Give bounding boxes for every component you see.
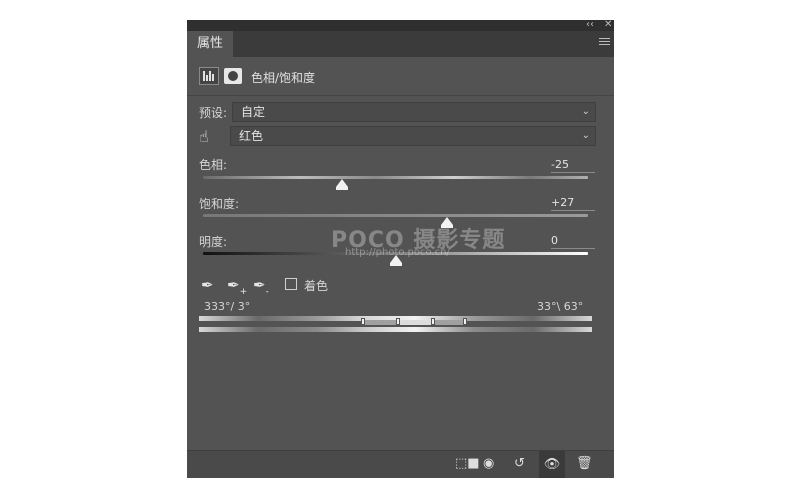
collapse-icon[interactable]: ‹‹	[586, 18, 594, 32]
channel-select[interactable]: 红色 ⌄	[230, 126, 596, 146]
saturation-label: 饱和度:	[199, 197, 240, 211]
eyedropper-add-icon[interactable]: ✒+	[227, 276, 247, 297]
hue-label: 色相:	[199, 158, 228, 172]
chevron-down-icon: ⌄	[581, 106, 590, 117]
visibility-eye-icon[interactable]: 👁	[539, 451, 565, 478]
lightness-label: 明度:	[199, 235, 228, 249]
range-left-label: 333°/ 3°	[204, 300, 251, 313]
view-previous-state-icon[interactable]: ◉	[483, 456, 494, 472]
panel-menu-icon[interactable]	[599, 38, 610, 47]
hue-slider-track[interactable]	[203, 176, 588, 179]
targeted-adjustment-hand-icon[interactable]: ☝	[199, 127, 209, 146]
range-outer-right-handle[interactable]	[463, 318, 467, 325]
panel-footer: ⬚■ ◉ ↺ 👁 🗑	[187, 450, 614, 478]
saturation-value-field[interactable]: +27	[551, 196, 595, 211]
layer-mask-icon[interactable]	[224, 68, 242, 84]
lightness-value-field[interactable]: 0	[551, 234, 595, 249]
tab-bar: 属性	[187, 31, 614, 57]
preset-select[interactable]: 自定 ⌄	[232, 102, 596, 122]
eyedropper-icon[interactable]: ✒	[201, 276, 214, 294]
colorize-label: 着色	[304, 279, 329, 293]
close-icon[interactable]: ✕	[604, 18, 612, 32]
clip-to-layer-icon[interactable]: ⬚■	[455, 456, 480, 472]
preset-value: 自定	[241, 105, 266, 119]
channel-value: 红色	[239, 129, 264, 143]
hue-value-field[interactable]: -25	[551, 158, 595, 173]
range-outer-left-handle[interactable]	[361, 318, 365, 325]
range-falloff-right[interactable]	[433, 320, 465, 325]
output-color-bar	[199, 327, 592, 332]
range-right-label: 33°\ 63°	[537, 300, 584, 313]
range-inner-right-handle[interactable]	[431, 318, 435, 325]
hue-saturation-adjustment-icon[interactable]	[199, 67, 219, 85]
preset-label: 预设:	[199, 106, 228, 120]
trash-icon[interactable]: 🗑	[576, 456, 593, 472]
colorize-checkbox[interactable]	[285, 278, 297, 290]
adjustment-header: 色相/饱和度	[187, 57, 614, 96]
tab-properties[interactable]: 属性	[187, 31, 233, 57]
eyedropper-subtract-icon[interactable]: ✒-	[253, 276, 269, 297]
reset-icon[interactable]: ↺	[514, 456, 525, 472]
saturation-slider-track[interactable]	[203, 214, 588, 217]
range-inner-left-handle[interactable]	[396, 318, 400, 325]
panel-title-bar: ‹‹ ✕	[187, 18, 614, 32]
adjustment-title: 色相/饱和度	[251, 71, 316, 85]
properties-panel: ‹‹ ✕ 属性 色相/饱和度 预设: 自定 ⌄ ☝ 红色 ⌄ 色相: -25 饱…	[187, 18, 614, 478]
hue-slider-thumb[interactable]	[335, 179, 348, 190]
range-falloff-left[interactable]	[363, 320, 398, 325]
range-core[interactable]	[398, 320, 433, 325]
watermark-url: http://photo.poco.cn/	[345, 247, 450, 258]
chevron-down-icon: ⌄	[581, 130, 590, 141]
